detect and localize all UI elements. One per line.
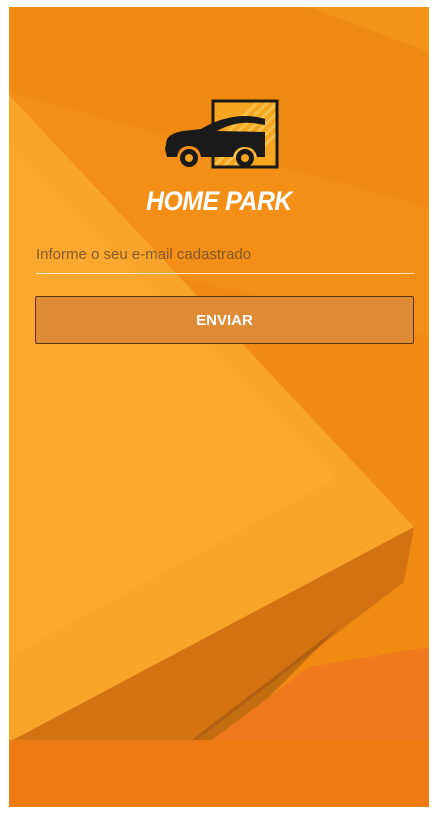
send-button-label: ENVIAR (196, 311, 253, 329)
brand-name: HOME PARK (146, 186, 292, 216)
car-icon (165, 99, 279, 169)
brand-logo: HOME PARK (9, 99, 429, 229)
email-input[interactable] (36, 239, 414, 269)
send-button[interactable]: ENVIAR (35, 296, 414, 344)
app-screen: HOME PARK ENVIAR (9, 7, 429, 807)
email-field-container (36, 239, 414, 274)
